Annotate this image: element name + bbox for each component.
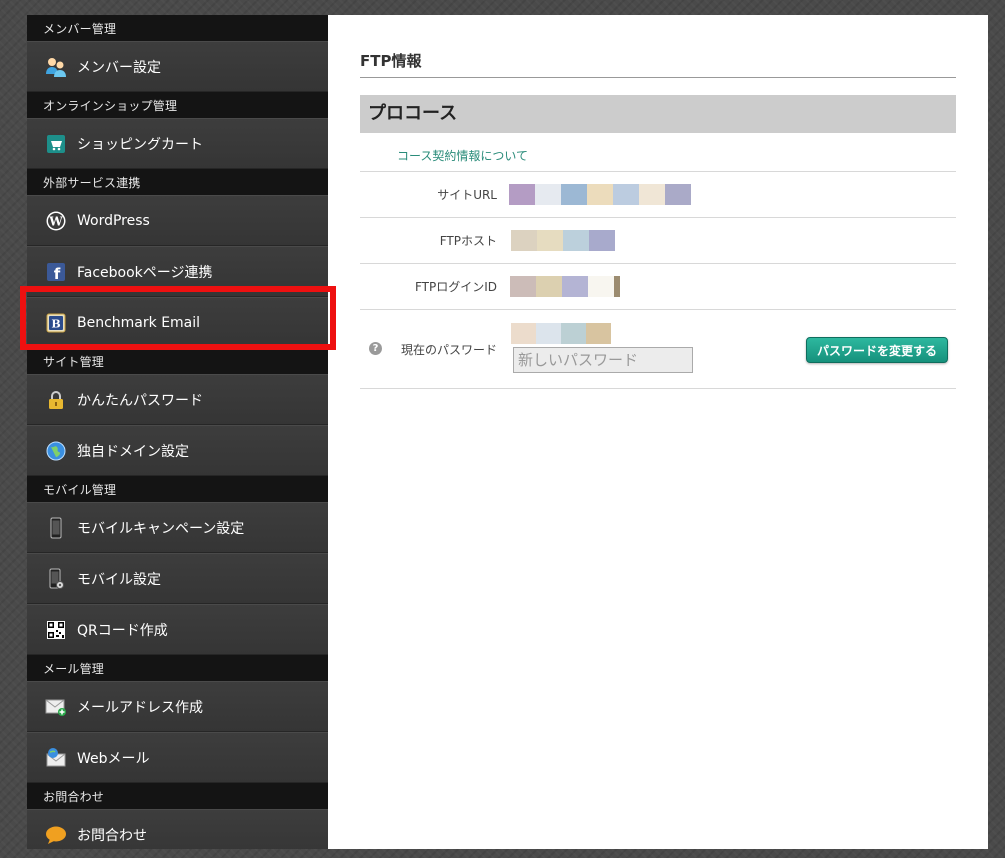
- redaction-block: [511, 230, 537, 251]
- svg-text:W: W: [48, 214, 63, 228]
- sidebar-item-label: メールアドレス作成: [77, 699, 203, 716]
- redaction-block: [563, 230, 589, 251]
- sidebar-item-label: ショッピングカート: [77, 136, 203, 153]
- chat-bubble-icon: [45, 824, 67, 846]
- password-label: 現在のパスワード: [400, 343, 497, 357]
- current-password-redacted: [511, 323, 611, 344]
- sidebar-item-mail-add[interactable]: メールアドレス作成: [27, 681, 328, 732]
- site-url-value-redacted: [509, 184, 691, 205]
- webmail-icon: [45, 747, 67, 769]
- redaction-block: [536, 323, 561, 344]
- ftp-login-row: FTPログインID: [360, 263, 956, 309]
- sidebar-section-header: 外部サービス連携: [27, 169, 328, 195]
- sidebar-item-mobile-settings[interactable]: モバイル設定: [27, 553, 328, 604]
- course-info-link[interactable]: コース契約情報について: [397, 147, 956, 171]
- sidebar-item-label: 独自ドメイン設定: [77, 443, 189, 460]
- redaction-block: [614, 276, 620, 297]
- cart-icon: [45, 133, 67, 155]
- redaction-block: [613, 184, 639, 205]
- site-url-label: サイトURL: [437, 188, 497, 202]
- course-title: プロコース: [360, 95, 956, 133]
- mail-add-icon: [45, 696, 67, 718]
- redaction-block: [639, 184, 665, 205]
- new-password-input[interactable]: [513, 347, 693, 373]
- redaction-block: [561, 184, 587, 205]
- redaction-block: [536, 276, 562, 297]
- sidebar-item-facebook[interactable]: f Facebookページ連携: [27, 246, 328, 297]
- sidebar-section-header: オンラインショップ管理: [27, 92, 328, 118]
- sidebar-section-header: お問合わせ: [27, 783, 328, 809]
- sidebar-section-header: サイト管理: [27, 348, 328, 374]
- sidebar-item-webmail[interactable]: Webメール: [27, 732, 328, 783]
- sidebar-item-label: WordPress: [77, 212, 150, 229]
- ftp-host-label: FTPホスト: [439, 234, 497, 248]
- redaction-block: [561, 323, 586, 344]
- main-panel: FTP情報 プロコース コース契約情報について サイトURL FTPホスト FT…: [328, 15, 988, 849]
- password-row: ? 現在のパスワード パスワードを変更する: [360, 309, 956, 389]
- sidebar-section-header: モバイル管理: [27, 476, 328, 502]
- page-title: FTP情報: [360, 50, 956, 78]
- redaction-block: [535, 184, 561, 205]
- redaction-block: [586, 323, 611, 344]
- change-password-button[interactable]: パスワードを変更する: [806, 337, 948, 363]
- sidebar-section-header: メール管理: [27, 655, 328, 681]
- globe-icon: [45, 440, 67, 462]
- sidebar: メンバー管理メンバー設定オンラインショップ管理ショッピングカート外部サービス連携…: [27, 15, 328, 849]
- svg-text:f: f: [54, 265, 61, 283]
- redaction-block: [537, 230, 563, 251]
- redaction-block: [588, 276, 614, 297]
- benchmark-icon: B: [45, 312, 67, 334]
- sidebar-item-globe[interactable]: 独自ドメイン設定: [27, 425, 328, 476]
- sidebar-item-qrcode[interactable]: QRコード作成: [27, 604, 328, 655]
- ftp-login-value-redacted: [510, 276, 620, 297]
- sidebar-item-lock[interactable]: かんたんパスワード: [27, 374, 328, 425]
- site-url-row: サイトURL: [360, 171, 956, 217]
- sidebar-item-label: かんたんパスワード: [77, 392, 203, 409]
- redaction-block: [562, 276, 588, 297]
- sidebar-item-label: モバイル設定: [77, 571, 161, 588]
- sidebar-item-wordpress[interactable]: W WordPress: [27, 195, 328, 246]
- mobile-icon: [45, 517, 67, 539]
- ftp-login-label: FTPログインID: [414, 280, 497, 294]
- sidebar-item-label: Facebookページ連携: [77, 264, 213, 281]
- lock-icon: [45, 389, 67, 411]
- wordpress-icon: W: [45, 210, 67, 232]
- redaction-block: [509, 184, 535, 205]
- sidebar-item-label: モバイルキャンペーン設定: [77, 520, 245, 537]
- sidebar-section-header: メンバー管理: [27, 15, 328, 41]
- facebook-icon: f: [45, 261, 67, 283]
- sidebar-item-label: Webメール: [77, 750, 150, 767]
- redaction-block: [587, 184, 613, 205]
- redaction-block: [665, 184, 691, 205]
- members-icon: [45, 56, 67, 78]
- sidebar-item-chat-bubble[interactable]: お問合わせ: [27, 809, 328, 849]
- sidebar-item-benchmark[interactable]: B Benchmark Email: [27, 297, 328, 348]
- mobile-settings-icon: [45, 568, 67, 590]
- svg-text:B: B: [51, 317, 60, 330]
- sidebar-item-label: お問合わせ: [77, 827, 147, 844]
- sidebar-item-label: Benchmark Email: [77, 314, 201, 331]
- ftp-host-value-redacted: [511, 230, 615, 251]
- qrcode-icon: [45, 619, 67, 641]
- sidebar-item-members[interactable]: メンバー設定: [27, 41, 328, 92]
- sidebar-item-label: QRコード作成: [77, 622, 168, 639]
- ftp-info-content: FTP情報 プロコース コース契約情報について サイトURL FTPホスト FT…: [360, 15, 956, 389]
- redaction-block: [589, 230, 615, 251]
- redaction-block: [510, 276, 536, 297]
- sidebar-item-label: メンバー設定: [77, 59, 161, 76]
- redaction-block: [511, 323, 536, 344]
- sidebar-item-cart[interactable]: ショッピングカート: [27, 118, 328, 169]
- ftp-host-row: FTPホスト: [360, 217, 956, 263]
- sidebar-item-mobile[interactable]: モバイルキャンペーン設定: [27, 502, 328, 553]
